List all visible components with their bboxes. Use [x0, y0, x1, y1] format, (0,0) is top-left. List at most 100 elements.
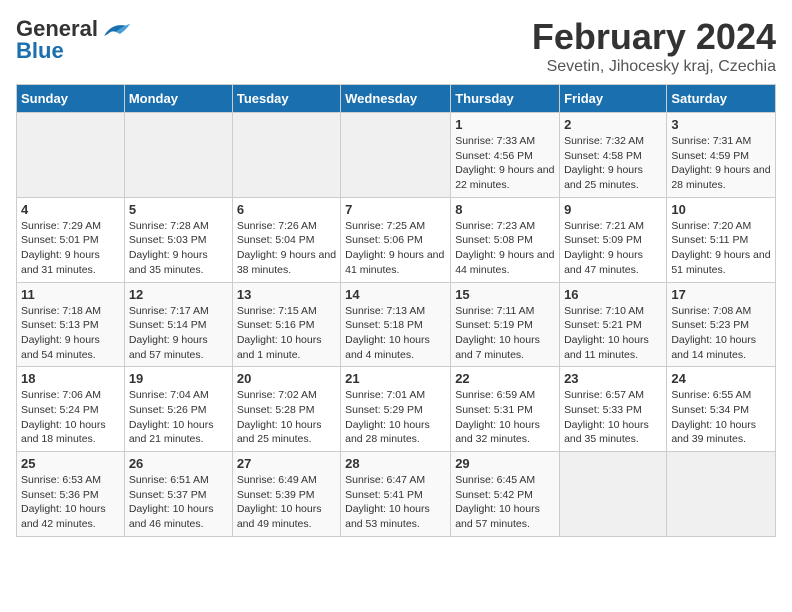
day-number: 25	[21, 456, 120, 471]
day-info: Sunrise: 7:15 AM Sunset: 5:16 PM Dayligh…	[237, 304, 336, 363]
day-number: 14	[345, 287, 446, 302]
day-number: 24	[671, 371, 771, 386]
day-info: Sunrise: 6:47 AM Sunset: 5:41 PM Dayligh…	[345, 473, 446, 532]
calendar-week-row: 25 Sunrise: 6:53 AM Sunset: 5:36 PM Dayli…	[17, 452, 776, 537]
month-year-title: February 2024	[532, 16, 776, 58]
logo-bird-icon	[100, 18, 132, 40]
header-monday: Monday	[124, 85, 232, 113]
day-info: Sunrise: 6:53 AM Sunset: 5:36 PM Dayligh…	[21, 473, 120, 532]
day-info: Sunrise: 7:02 AM Sunset: 5:28 PM Dayligh…	[237, 388, 336, 447]
calendar-cell: 10Sunrise: 7:20 AM Sunset: 5:11 PM Dayli…	[667, 197, 776, 282]
calendar-cell: 26Sunrise: 6:51 AM Sunset: 5:37 PM Dayli…	[124, 452, 232, 537]
calendar-cell: 22 Sunrise: 6:59 AM Sunset: 5:31 PM Dayli…	[451, 367, 560, 452]
calendar-cell: 7Sunrise: 7:25 AM Sunset: 5:06 PM Daylig…	[341, 197, 451, 282]
day-info: Sunrise: 6:59 AM Sunset: 5:31 PM Dayligh…	[455, 388, 555, 447]
day-number: 17	[671, 287, 771, 302]
calendar-cell: 24 Sunrise: 6:55 AM Sunset: 5:34 PM Dayli…	[667, 367, 776, 452]
calendar-cell	[560, 452, 667, 537]
header-saturday: Saturday	[667, 85, 776, 113]
calendar-cell: 25 Sunrise: 6:53 AM Sunset: 5:36 PM Dayli…	[17, 452, 125, 537]
header-wednesday: Wednesday	[341, 85, 451, 113]
day-info: Sunrise: 7:11 AM Sunset: 5:19 PM Dayligh…	[455, 304, 555, 363]
day-info: Sunrise: 7:21 AM Sunset: 5:09 PM Dayligh…	[564, 219, 662, 278]
calendar-week-row: 11 Sunrise: 7:18 AM Sunset: 5:13 PM Dayli…	[17, 282, 776, 367]
calendar-cell: 20 Sunrise: 7:02 AM Sunset: 5:28 PM Dayli…	[232, 367, 340, 452]
day-info: Sunrise: 6:57 AM Sunset: 5:33 PM Dayligh…	[564, 388, 662, 447]
day-number: 5	[129, 202, 228, 217]
day-number: 13	[237, 287, 336, 302]
calendar-cell: 29Sunrise: 6:45 AM Sunset: 5:42 PM Dayli…	[451, 452, 560, 537]
calendar-table: Sunday Monday Tuesday Wednesday Thursday…	[16, 84, 776, 537]
calendar-cell: 15 Sunrise: 7:11 AM Sunset: 5:19 PM Dayli…	[451, 282, 560, 367]
header-thursday: Thursday	[451, 85, 560, 113]
calendar-cell: 9 Sunrise: 7:21 AM Sunset: 5:09 PM Daylig…	[560, 197, 667, 282]
day-number: 18	[21, 371, 120, 386]
day-number: 10	[671, 202, 771, 217]
day-info: Sunrise: 7:17 AM Sunset: 5:14 PM Dayligh…	[129, 304, 228, 363]
page-header: General Blue February 2024 Sevetin, Jiho…	[16, 16, 776, 76]
day-info: Sunrise: 7:18 AM Sunset: 5:13 PM Dayligh…	[21, 304, 120, 363]
calendar-cell: 19Sunrise: 7:04 AM Sunset: 5:26 PM Dayli…	[124, 367, 232, 452]
calendar-cell: 3Sunrise: 7:31 AM Sunset: 4:59 PM Daylig…	[667, 113, 776, 198]
day-number: 1	[455, 117, 555, 132]
day-info: Sunrise: 7:04 AM Sunset: 5:26 PM Dayligh…	[129, 388, 228, 447]
day-number: 23	[564, 371, 662, 386]
calendar-cell: 14 Sunrise: 7:13 AM Sunset: 5:18 PM Dayli…	[341, 282, 451, 367]
calendar-cell: 5 Sunrise: 7:28 AM Sunset: 5:03 PM Daylig…	[124, 197, 232, 282]
header-friday: Friday	[560, 85, 667, 113]
day-info: Sunrise: 7:08 AM Sunset: 5:23 PM Dayligh…	[671, 304, 771, 363]
calendar-cell: 23 Sunrise: 6:57 AM Sunset: 5:33 PM Dayli…	[560, 367, 667, 452]
calendar-cell: 17 Sunrise: 7:08 AM Sunset: 5:23 PM Dayli…	[667, 282, 776, 367]
calendar-cell: 13 Sunrise: 7:15 AM Sunset: 5:16 PM Dayli…	[232, 282, 340, 367]
location-subtitle: Sevetin, Jihocesky kraj, Czechia	[532, 58, 776, 76]
day-info: Sunrise: 7:01 AM Sunset: 5:29 PM Dayligh…	[345, 388, 446, 447]
title-section: February 2024 Sevetin, Jihocesky kraj, C…	[532, 16, 776, 76]
day-number: 22	[455, 371, 555, 386]
day-info: Sunrise: 7:26 AM Sunset: 5:04 PM Dayligh…	[237, 219, 336, 278]
calendar-week-row: 1 Sunrise: 7:33 AM Sunset: 4:56 PM Daylig…	[17, 113, 776, 198]
day-info: Sunrise: 7:32 AM Sunset: 4:58 PM Dayligh…	[564, 134, 662, 193]
calendar-cell: 2 Sunrise: 7:32 AM Sunset: 4:58 PM Daylig…	[560, 113, 667, 198]
calendar-week-row: 4 Sunrise: 7:29 AM Sunset: 5:01 PM Daylig…	[17, 197, 776, 282]
day-number: 4	[21, 202, 120, 217]
day-info: Sunrise: 7:23 AM Sunset: 5:08 PM Dayligh…	[455, 219, 555, 278]
calendar-cell: 4 Sunrise: 7:29 AM Sunset: 5:01 PM Daylig…	[17, 197, 125, 282]
day-info: Sunrise: 7:28 AM Sunset: 5:03 PM Dayligh…	[129, 219, 228, 278]
day-info: Sunrise: 6:51 AM Sunset: 5:37 PM Dayligh…	[129, 473, 228, 532]
calendar-cell: 6 Sunrise: 7:26 AM Sunset: 5:04 PM Daylig…	[232, 197, 340, 282]
calendar-cell: 28 Sunrise: 6:47 AM Sunset: 5:41 PM Dayli…	[341, 452, 451, 537]
calendar-cell: 11 Sunrise: 7:18 AM Sunset: 5:13 PM Dayli…	[17, 282, 125, 367]
day-number: 6	[237, 202, 336, 217]
day-number: 12	[129, 287, 228, 302]
day-number: 9	[564, 202, 662, 217]
day-info: Sunrise: 7:29 AM Sunset: 5:01 PM Dayligh…	[21, 219, 120, 278]
day-info: Sunrise: 7:06 AM Sunset: 5:24 PM Dayligh…	[21, 388, 120, 447]
day-number: 11	[21, 287, 120, 302]
day-number: 15	[455, 287, 555, 302]
calendar-cell: 18 Sunrise: 7:06 AM Sunset: 5:24 PM Dayli…	[17, 367, 125, 452]
logo: General Blue	[16, 16, 132, 64]
day-info: Sunrise: 7:33 AM Sunset: 4:56 PM Dayligh…	[455, 134, 555, 193]
day-number: 7	[345, 202, 446, 217]
day-number: 29	[455, 456, 555, 471]
calendar-cell: 27Sunrise: 6:49 AM Sunset: 5:39 PM Dayli…	[232, 452, 340, 537]
calendar-cell	[341, 113, 451, 198]
calendar-cell: 8 Sunrise: 7:23 AM Sunset: 5:08 PM Daylig…	[451, 197, 560, 282]
calendar-header-row: Sunday Monday Tuesday Wednesday Thursday…	[17, 85, 776, 113]
day-number: 2	[564, 117, 662, 132]
day-number: 28	[345, 456, 446, 471]
day-number: 21	[345, 371, 446, 386]
calendar-cell: 16Sunrise: 7:10 AM Sunset: 5:21 PM Dayli…	[560, 282, 667, 367]
day-number: 8	[455, 202, 555, 217]
header-sunday: Sunday	[17, 85, 125, 113]
day-info: Sunrise: 7:31 AM Sunset: 4:59 PM Dayligh…	[671, 134, 771, 193]
calendar-cell: 12 Sunrise: 7:17 AM Sunset: 5:14 PM Dayli…	[124, 282, 232, 367]
day-info: Sunrise: 7:13 AM Sunset: 5:18 PM Dayligh…	[345, 304, 446, 363]
calendar-cell	[232, 113, 340, 198]
day-info: Sunrise: 6:55 AM Sunset: 5:34 PM Dayligh…	[671, 388, 771, 447]
calendar-cell: 1 Sunrise: 7:33 AM Sunset: 4:56 PM Daylig…	[451, 113, 560, 198]
calendar-cell	[17, 113, 125, 198]
header-tuesday: Tuesday	[232, 85, 340, 113]
day-number: 20	[237, 371, 336, 386]
day-info: Sunrise: 7:10 AM Sunset: 5:21 PM Dayligh…	[564, 304, 662, 363]
